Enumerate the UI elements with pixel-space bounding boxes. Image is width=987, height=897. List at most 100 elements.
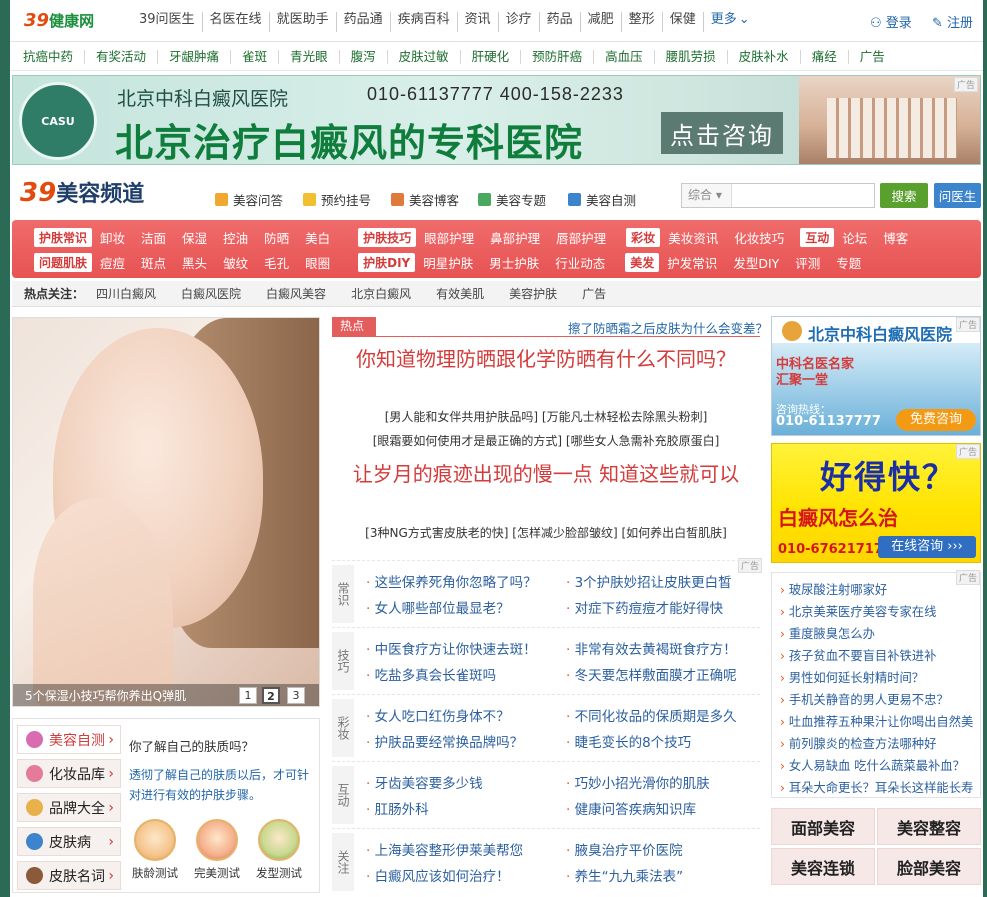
hospital-banner-ad[interactable]: CASU 北京中科白癜风医院 010-61137777 400-158-2233… xyxy=(12,75,981,165)
tip-link[interactable]: 非常有效去黄褐斑食疗方！ xyxy=(566,638,737,658)
keyword-link[interactable]: 有奖活动 xyxy=(85,49,159,64)
slide-page-button-active[interactable]: 2 xyxy=(262,687,280,704)
ad-link[interactable]: 玻尿酸注射哪家好 xyxy=(780,580,978,598)
keyword-link[interactable]: 雀斑 xyxy=(231,49,280,64)
search-scope-select[interactable]: 综合 ▾ xyxy=(682,184,732,207)
top-nav-more[interactable]: 更多 ⌄ xyxy=(704,12,757,32)
tip-link[interactable]: 巧妙小招光滑你的肌肤 xyxy=(566,772,710,792)
category-link[interactable]: 防晒 xyxy=(264,228,289,247)
tool-beauty-selftest[interactable]: 美容自测 › xyxy=(17,725,121,754)
related-links[interactable]: [3种NG方式害皮肤老的快] [怎样减少脸部皱纹] [如何养出白皙肌肤] xyxy=(332,524,760,541)
category-tag[interactable]: 护肤DIY xyxy=(358,252,416,272)
category-tag[interactable]: 问题肌肤 xyxy=(34,252,93,272)
category-link[interactable]: 控油 xyxy=(223,228,248,247)
top-nav-item[interactable]: 整形 xyxy=(622,12,663,32)
channel-link-selftest[interactable]: 美容自测 xyxy=(568,190,636,209)
category-tag[interactable]: 护肤技巧 xyxy=(358,227,417,247)
channel-link-topics[interactable]: 美容专题 xyxy=(478,190,546,209)
category-link[interactable]: 美白 xyxy=(305,228,330,247)
category-link[interactable]: 眼部护理 xyxy=(424,228,474,247)
tip-link[interactable]: 不同化妆品的保质期是多久 xyxy=(566,705,737,725)
category-link[interactable]: 毛孔 xyxy=(264,253,289,272)
quiz-hairstyle[interactable]: 发型测试 xyxy=(253,819,305,881)
keyword-link[interactable]: 肝硬化 xyxy=(461,49,522,64)
quiz-skin-age[interactable]: 肤龄测试 xyxy=(129,819,181,881)
top-nav-item[interactable]: 疾病百科 xyxy=(391,12,458,32)
service-tile[interactable]: 面部美容 xyxy=(771,808,875,845)
keyword-link[interactable]: 预防肝癌 xyxy=(521,49,595,64)
hospital-ad-2[interactable]: 好得快？ 白癜风怎么治 010-67621717 在线咨询 ››› 广告 xyxy=(771,443,981,563)
channel-logo[interactable]: 39美容频道 xyxy=(20,176,144,208)
register-link[interactable]: ✎ 注册 xyxy=(932,12,973,31)
category-link[interactable]: 明星护肤 xyxy=(423,253,473,272)
tip-link[interactable]: 护肤品要经常换品牌吗？ xyxy=(366,731,524,751)
tool-skin-disease[interactable]: 皮肤病 › xyxy=(17,827,121,856)
tip-link[interactable]: 牙齿美容要多少钱 xyxy=(366,772,483,792)
ask-doctor-button[interactable]: 问医生 xyxy=(934,183,981,208)
category-link[interactable]: 男士护肤 xyxy=(489,253,539,272)
slide-page-button[interactable]: 1 xyxy=(239,687,257,704)
tip-link[interactable]: 上海美容整形伊莱美帮您 xyxy=(366,839,524,859)
category-link[interactable]: 发型DIY xyxy=(733,253,779,272)
tip-link[interactable]: 睫毛变长的8个技巧 xyxy=(566,731,692,751)
tip-link[interactable]: 腋臭治疗平价医院 xyxy=(566,839,683,859)
category-tag[interactable]: 彩妆 xyxy=(626,227,661,247)
category-link[interactable]: 化妆技巧 xyxy=(734,228,784,247)
category-link[interactable]: 护发常识 xyxy=(667,253,717,272)
tip-link[interactable]: 冬天要怎样敷面膜才正确呢 xyxy=(566,664,737,684)
related-links[interactable]: [眼霜要如何使用才是最正确的方式] [哪些女人急需补充胶原蛋白] xyxy=(332,432,760,449)
ad-link[interactable]: 孩子贫血不要盲目补铁进补 xyxy=(780,646,978,664)
category-tag[interactable]: 互动 xyxy=(800,227,835,247)
main-headline[interactable]: 让岁月的痕迹出现的慢一点 知道这些就可以 xyxy=(332,462,760,487)
tip-link[interactable]: 养生“九九乘法表” xyxy=(566,865,684,885)
keyword-link[interactable]: 抗癌中药 xyxy=(23,49,86,64)
ad-link[interactable]: 男性如何延长射精时间？ xyxy=(780,668,978,686)
top-nav-item[interactable]: 名医在线 xyxy=(203,12,270,32)
featured-slideshow[interactable]: 5个保湿小技巧帮你养出Q弹肌 1 2 3 xyxy=(12,317,320,707)
top-nav-item[interactable]: 就医助手 xyxy=(270,12,337,32)
keyword-link[interactable]: 皮肤过敏 xyxy=(388,49,461,64)
free-consult-button[interactable]: 免费咨询 xyxy=(896,409,976,431)
channel-link-blog[interactable]: 美容博客 xyxy=(391,190,459,209)
quiz-description[interactable]: 透彻了解自己的肤质以后，才可针对进行有效的护肤步骤。 xyxy=(129,765,317,805)
category-tag[interactable]: 护肤常识 xyxy=(34,227,93,247)
top-nav-item[interactable]: 资讯 xyxy=(458,12,499,32)
top-nav-item[interactable]: 39问医生 xyxy=(132,12,203,32)
ad-link[interactable]: 手机关静音的男人更易不忠？ xyxy=(780,690,978,708)
keyword-link[interactable]: 痛经 xyxy=(801,49,849,64)
ad-link[interactable]: 耳朵大命更长？耳朵长这样能长寿 xyxy=(780,778,978,796)
ad-link[interactable]: 北京美莱医疗美容专家在线 xyxy=(780,602,978,620)
top-nav-item[interactable]: 诊疗 xyxy=(499,12,540,32)
category-link[interactable]: 美妆资讯 xyxy=(668,228,718,247)
service-tile[interactable]: 美容连锁 xyxy=(771,848,875,885)
service-tile[interactable]: 脸部美容 xyxy=(877,848,981,885)
tip-link[interactable]: 这些保养死角你忽略了吗？ xyxy=(366,571,537,591)
keyword-link[interactable]: 青光眼 xyxy=(279,49,340,64)
search-button[interactable]: 搜索 xyxy=(880,183,928,208)
keyword-link[interactable]: 高血压 xyxy=(594,49,655,64)
category-link[interactable]: 评测 xyxy=(795,253,820,272)
category-link[interactable]: 唇部护理 xyxy=(556,228,606,247)
tip-link[interactable]: 肛肠外科 xyxy=(366,798,429,818)
tip-link[interactable]: 吃盐多真会长雀斑吗 xyxy=(366,664,497,684)
category-tag[interactable]: 美发 xyxy=(625,252,660,272)
hot-topic-link[interactable]: 白癜风美容 xyxy=(266,285,326,302)
keyword-link[interactable]: 腰肌劳损 xyxy=(655,49,728,64)
tool-cosmetics-db[interactable]: 化妆品库 › xyxy=(17,759,121,788)
quiz-perfect[interactable]: 完美测试 xyxy=(191,819,243,881)
login-link[interactable]: ⚇ 登录 xyxy=(870,12,912,31)
tip-link[interactable]: 女人吃口红伤身体不？ xyxy=(366,705,510,725)
category-link[interactable]: 皱纹 xyxy=(223,253,248,272)
tip-link[interactable]: 白癜风应该如何治疗！ xyxy=(366,865,510,885)
top-nav-item[interactable]: 药品 xyxy=(540,12,581,32)
service-tile[interactable]: 美容整容 xyxy=(877,808,981,845)
tip-link[interactable]: 女人哪些部位最显老？ xyxy=(366,597,510,617)
online-consult-button[interactable]: 在线咨询 ››› xyxy=(878,536,976,558)
keyword-link[interactable]: 腹泻 xyxy=(340,49,388,64)
ad-link[interactable]: 女人易缺血 吃什么蔬菜最补血？ xyxy=(780,756,978,774)
tip-link[interactable]: 3个护肤妙招让皮肤更白皙 xyxy=(566,571,732,591)
tool-brands[interactable]: 品牌大全 › xyxy=(17,793,121,822)
keyword-link[interactable]: 广告 xyxy=(849,49,896,64)
hot-topic-link[interactable]: 白癜风医院 xyxy=(181,285,241,302)
tool-skin-terms[interactable]: 皮肤名词 › xyxy=(17,861,121,890)
